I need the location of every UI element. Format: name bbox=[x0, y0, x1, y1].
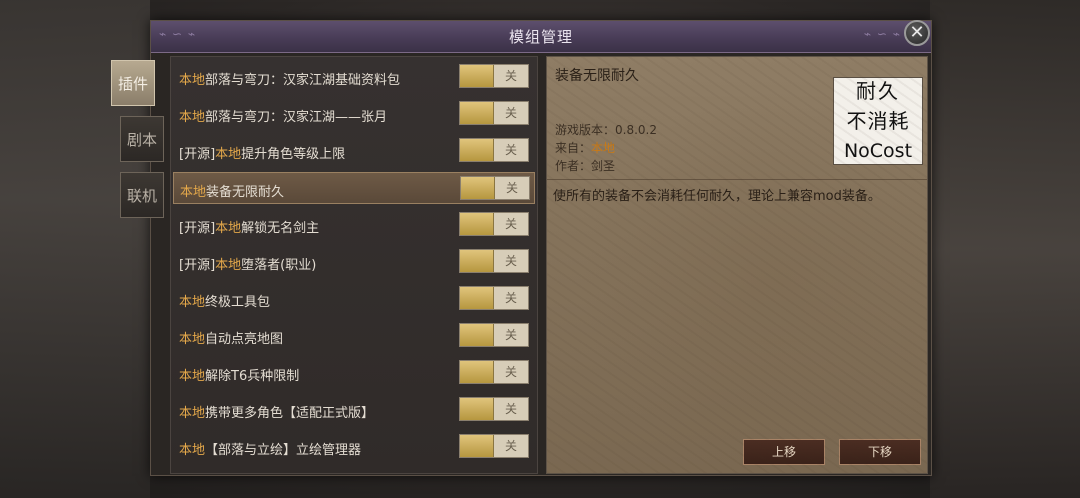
mod-toggle[interactable]: 关 bbox=[460, 176, 530, 200]
title-ornament-left: ⌁ ∽ ⌁ bbox=[159, 27, 197, 41]
mod-name: 本地自动点亮地图 bbox=[179, 332, 284, 347]
toggle-knob bbox=[460, 435, 494, 457]
title-ornament-right: ⌁ ∽ ⌁ bbox=[863, 27, 901, 41]
tab-scripts[interactable]: 剧本 bbox=[120, 116, 164, 162]
mod-name: [开源]本地解锁无名剑主 bbox=[179, 221, 320, 236]
mod-row-8[interactable]: 本地解除T6兵种限制 关 bbox=[173, 357, 535, 389]
mod-name: 本地部落与弯刀：汉家江湖——张月 bbox=[179, 110, 388, 125]
toggle-knob bbox=[460, 287, 494, 309]
mod-toggle[interactable]: 关 bbox=[459, 434, 529, 458]
preview-line-2: 不消耗 bbox=[846, 109, 910, 133]
toggle-state: 关 bbox=[504, 328, 517, 342]
tab-scripts-label: 剧本 bbox=[126, 130, 157, 149]
mod-name: 本地携带更多角色【适配正式版】 bbox=[179, 406, 375, 421]
mod-row-5[interactable]: [开源]本地堕落者(职业) 关 bbox=[173, 246, 535, 278]
mod-toggle[interactable]: 关 bbox=[459, 397, 529, 421]
move-up-button[interactable]: 上移 bbox=[743, 439, 825, 465]
toggle-state: 关 bbox=[504, 106, 517, 120]
mod-name: 本地【部落与立绘】立绘管理器 bbox=[179, 443, 362, 458]
toggle-knob bbox=[460, 398, 494, 420]
toggle-knob bbox=[460, 250, 494, 272]
mod-name: 本地终极工具包 bbox=[179, 295, 271, 310]
mod-preview-image: 耐久 不消耗 NoCost bbox=[833, 77, 923, 165]
mod-name: 本地装备无限耐久 bbox=[180, 185, 285, 200]
mod-row-9[interactable]: 本地携带更多角色【适配正式版】 关 bbox=[173, 394, 535, 426]
mod-name: 本地解除T6兵种限制 bbox=[179, 369, 300, 384]
close-button[interactable]: ✕ bbox=[904, 20, 930, 46]
tab-plugins[interactable]: 插件 bbox=[111, 60, 155, 106]
detail-version: 游戏版本：0.8.0.2 bbox=[555, 123, 657, 137]
mod-toggle[interactable]: 关 bbox=[459, 286, 529, 310]
mod-row-10[interactable]: 本地【部落与立绘】立绘管理器 关 bbox=[173, 431, 535, 463]
toggle-knob bbox=[460, 213, 494, 235]
toggle-knob bbox=[460, 65, 494, 87]
toggle-state: 关 bbox=[504, 365, 517, 379]
toggle-state: 关 bbox=[504, 439, 517, 453]
toggle-knob bbox=[460, 102, 494, 124]
close-icon: ✕ bbox=[909, 22, 925, 43]
toggle-knob bbox=[460, 361, 494, 383]
detail-author: 作者：剑圣 bbox=[555, 159, 616, 173]
preview-line-3: NoCost bbox=[843, 140, 913, 162]
toggle-state: 关 bbox=[504, 291, 517, 305]
mod-toggle[interactable]: 关 bbox=[459, 212, 529, 236]
window-title: 模组管理 bbox=[508, 28, 573, 46]
detail-description: 使所有的装备不会消耗任何耐久，理论上兼容mod装备。 bbox=[553, 189, 881, 204]
mod-name: [开源]本地堕落者(职业) bbox=[179, 258, 317, 273]
toggle-knob bbox=[461, 177, 495, 199]
toggle-state: 关 bbox=[505, 181, 518, 195]
toggle-state: 关 bbox=[504, 217, 517, 231]
tab-multiplayer[interactable]: 联机 bbox=[120, 172, 164, 218]
toggle-knob bbox=[460, 324, 494, 346]
mod-toggle[interactable]: 关 bbox=[459, 64, 529, 88]
mod-toggle[interactable]: 关 bbox=[459, 101, 529, 125]
toggle-state: 关 bbox=[504, 402, 517, 416]
mod-toggle[interactable]: 关 bbox=[459, 249, 529, 273]
mod-toggle[interactable]: 关 bbox=[459, 323, 529, 347]
move-down-button[interactable]: 下移 bbox=[839, 439, 921, 465]
detail-divider bbox=[547, 179, 927, 180]
detail-source: 来自：本地 bbox=[555, 141, 616, 155]
mod-row-0[interactable]: 本地部落与弯刀：汉家江湖基础资料包 关 bbox=[173, 61, 535, 93]
detail-title: 装备无限耐久 bbox=[555, 68, 639, 84]
mod-row-4[interactable]: [开源]本地解锁无名剑主 关 bbox=[173, 209, 535, 241]
tab-plugins-label: 插件 bbox=[117, 74, 148, 93]
mod-toggle[interactable]: 关 bbox=[459, 138, 529, 162]
toggle-state: 关 bbox=[504, 69, 517, 83]
background-right bbox=[930, 0, 1080, 498]
title-bar: ⌁ ∽ ⌁ 模组管理 ⌁ ∽ ⌁ bbox=[151, 21, 931, 53]
toggle-state: 关 bbox=[504, 143, 517, 157]
mod-row-3[interactable]: 本地装备无限耐久 关 bbox=[173, 172, 535, 204]
toggle-state: 关 bbox=[504, 254, 517, 268]
mod-toggle[interactable]: 关 bbox=[459, 360, 529, 384]
preview-line-1: 耐久 bbox=[856, 79, 900, 103]
mod-detail-panel: 装备无限耐久 游戏版本：0.8.0.2 来自：本地 作者：剑圣 使所有的装备不会… bbox=[546, 56, 928, 474]
toggle-knob bbox=[460, 139, 494, 161]
mod-name: 本地部落与弯刀：汉家江湖基础资料包 bbox=[179, 73, 401, 88]
tab-multiplayer-label: 联机 bbox=[126, 186, 157, 205]
mod-row-2[interactable]: [开源]本地提升角色等级上限 关 bbox=[173, 135, 535, 167]
mod-row-6[interactable]: 本地终极工具包 关 bbox=[173, 283, 535, 315]
mod-row-1[interactable]: 本地部落与弯刀：汉家江湖——张月 关 bbox=[173, 98, 535, 130]
mod-list: 本地部落与弯刀：汉家江湖基础资料包 关 本地部落与弯刀：汉家江湖——张月 关 [… bbox=[170, 56, 538, 474]
mod-name: [开源]本地提升角色等级上限 bbox=[179, 147, 346, 162]
mod-row-7[interactable]: 本地自动点亮地图 关 bbox=[173, 320, 535, 352]
